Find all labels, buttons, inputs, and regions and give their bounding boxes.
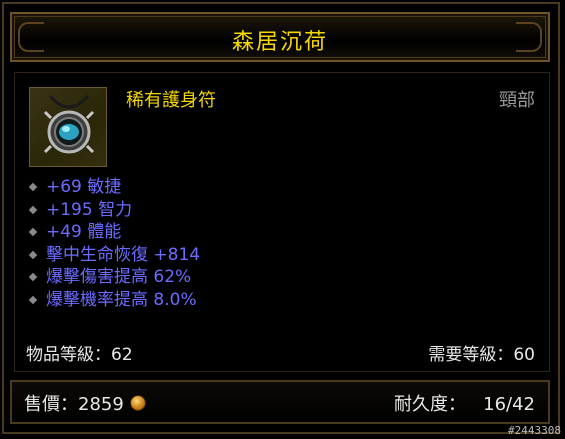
item-type: 稀有護身符 — [126, 90, 216, 111]
affix-item: +195 智力 — [28, 199, 200, 222]
bullet-diamond-icon — [28, 227, 38, 237]
affix-item: 爆擊機率提高 8.0% — [28, 289, 200, 312]
durability: 耐久度： 16/42 — [394, 390, 535, 416]
item-name: 森居沉荷 — [231, 30, 328, 55]
bullet-diamond-icon — [28, 182, 38, 192]
tooltip-title-bar: 森居沉荷 — [10, 12, 550, 62]
item-icon-frame — [29, 87, 107, 167]
watermark: #2443308 — [508, 424, 561, 437]
bullet-diamond-icon — [28, 250, 38, 259]
affix-item: +49 體能 — [28, 221, 200, 244]
durability-value: 16/42 — [483, 394, 535, 415]
affix-item: +69 敏捷 — [28, 176, 200, 199]
gold-coin-icon — [129, 395, 146, 411]
sell-price: 售價：2859 — [24, 390, 146, 416]
required-level: 需要等級：60 — [428, 345, 535, 365]
item-slot: 頸部 — [499, 90, 535, 111]
affix-item: 爆擊傷害提高 62% — [28, 266, 200, 289]
durability-label: 耐久度： — [393, 394, 466, 415]
bullet-diamond-icon — [28, 205, 38, 214]
affix-list: +69 敏捷 +195 智力 +49 體能 擊中生命恢復 +814 爆擊傷害提高… — [28, 176, 200, 311]
sell-value: 2859 — [78, 394, 124, 415]
item-level: 物品等級：62 — [26, 345, 133, 365]
sell-label: 售價： — [24, 394, 78, 415]
bullet-diamond-icon — [28, 295, 38, 304]
affix-item: 擊中生命恢復 +814 — [28, 244, 200, 267]
amulet-icon — [43, 94, 95, 154]
bullet-diamond-icon — [28, 272, 38, 282]
